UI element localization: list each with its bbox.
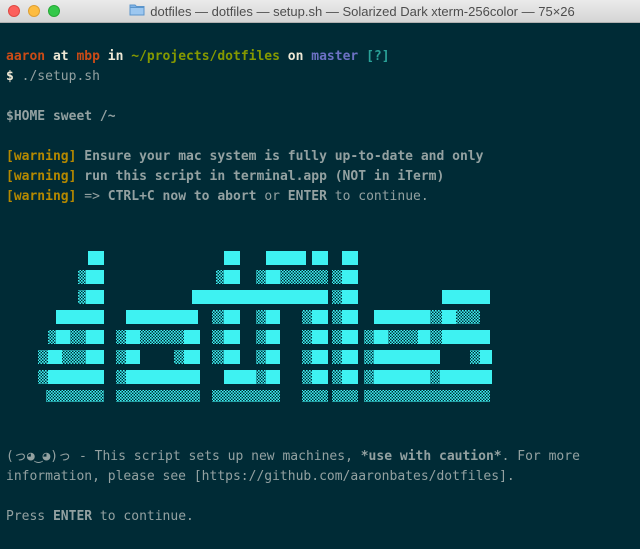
warning-line-2: [warning] run this script in terminal.ap… bbox=[6, 167, 444, 187]
prompt-in: in bbox=[107, 49, 124, 64]
banner-line: $HOME sweet /~ bbox=[6, 109, 116, 124]
face-emoticon: (っ◕‿◕)っ bbox=[6, 449, 72, 464]
terminal-window: dotfiles — dotfiles — setup.sh — Solariz… bbox=[0, 0, 640, 549]
warning-or: or bbox=[264, 189, 280, 204]
continue-text: to continue. bbox=[92, 509, 194, 524]
caution-text: *use with caution* bbox=[360, 449, 502, 464]
warning-text: run this script in terminal.app (NOT in … bbox=[84, 169, 445, 184]
prompt-symbol: $ bbox=[6, 69, 14, 84]
close-button[interactable] bbox=[8, 5, 20, 17]
warning-line-3: [warning] => CTRL+C now to abort or ENTE… bbox=[6, 187, 429, 207]
title-bar[interactable]: dotfiles — dotfiles — setup.sh — Solariz… bbox=[0, 0, 640, 23]
folder-icon bbox=[129, 3, 145, 19]
minimize-button[interactable] bbox=[28, 5, 40, 17]
warning-enter: ENTER bbox=[287, 189, 327, 204]
window-title-area: dotfiles — dotfiles — setup.sh — Solariz… bbox=[72, 0, 632, 22]
prompt-line: aaron at mbp in ~/projects/dotfiles on m… bbox=[6, 47, 390, 67]
prompt-at: at bbox=[52, 49, 69, 64]
command-text: ./setup.sh bbox=[21, 69, 100, 84]
info-line-1: (っ◕‿◕)っ - This script sets up new machin… bbox=[6, 447, 580, 467]
prompt-user: aaron bbox=[6, 49, 46, 64]
window-title: dotfiles — dotfiles — setup.sh — Solariz… bbox=[150, 3, 575, 19]
warning-rest: to continue. bbox=[334, 189, 429, 204]
warning-keys: CTRL+C now to abort bbox=[107, 189, 257, 204]
warning-line-1: [warning] Ensure your mac system is full… bbox=[6, 147, 483, 167]
enter-key-text: ENTER bbox=[52, 509, 93, 524]
prompt-status: [?] bbox=[366, 49, 390, 64]
prompt-host: mbp bbox=[76, 49, 100, 64]
info-line-2: information, please see [https://github.… bbox=[6, 469, 515, 484]
warning-tag: [warning] bbox=[6, 149, 77, 164]
press-enter-line: Press ENTER to continue. bbox=[6, 507, 194, 527]
dotfiles-ascii-logo bbox=[38, 251, 492, 402]
prompt-path: ~/projects/dotfiles bbox=[131, 49, 280, 64]
prompt-on: on bbox=[287, 49, 304, 64]
warning-text: Ensure your mac system is fully up-to-da… bbox=[84, 149, 484, 164]
press-text: Press bbox=[6, 509, 53, 524]
info-text-rest: . For more bbox=[501, 449, 580, 464]
warning-tag: [warning] bbox=[6, 169, 77, 184]
warning-arrow: => bbox=[84, 189, 100, 204]
info-text: - This script sets up new machines, bbox=[71, 449, 361, 464]
warning-tag: [warning] bbox=[6, 189, 77, 204]
prompt-branch: master bbox=[311, 49, 359, 64]
zoom-button[interactable] bbox=[48, 5, 60, 17]
command-line: $ ./setup.sh bbox=[6, 67, 100, 87]
